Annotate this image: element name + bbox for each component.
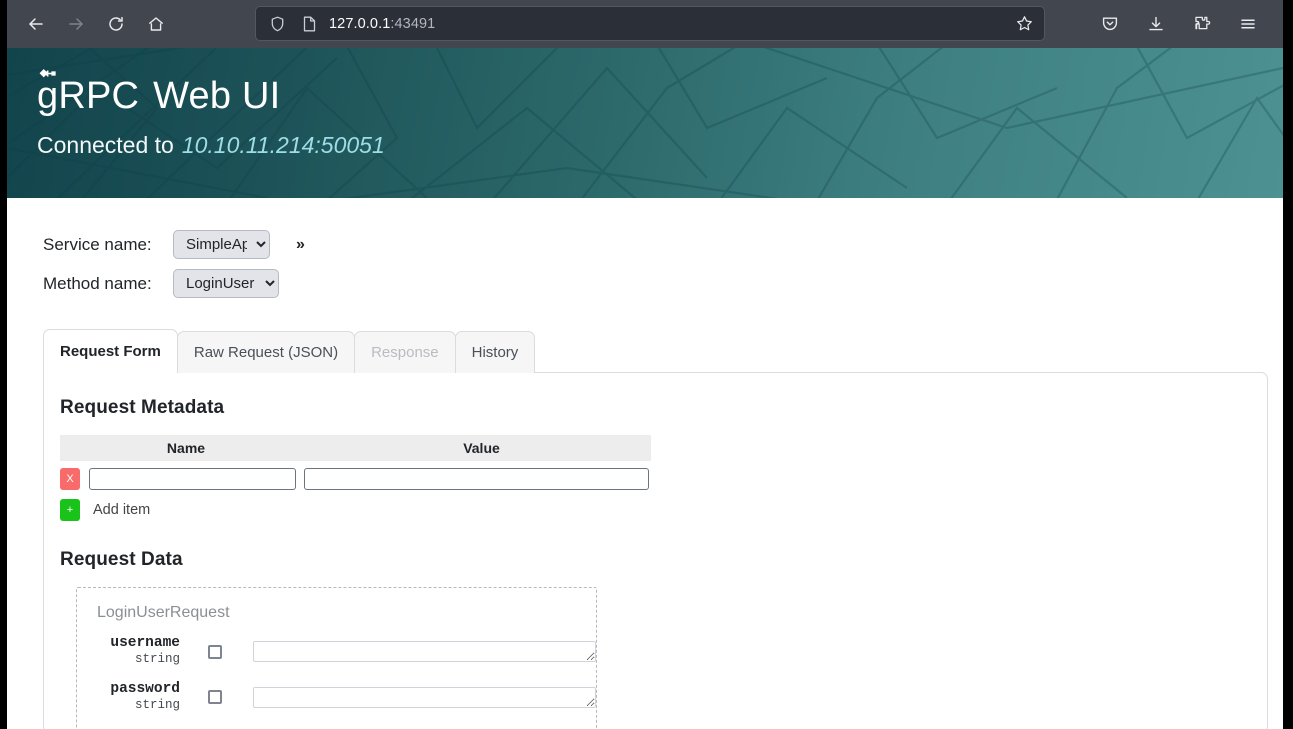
request-data-box: LoginUserRequest username string passwor…: [76, 587, 597, 729]
method-name-label: Method name:: [43, 273, 152, 293]
reload-icon[interactable]: [99, 7, 133, 41]
url-bar[interactable]: 127.0.0.1:43491: [255, 6, 1045, 41]
request-metadata-table: Name Value: [60, 435, 651, 461]
table-row: X: [60, 468, 1267, 490]
connected-label: Connected to: [37, 131, 174, 158]
field-label-password: password string: [95, 680, 180, 714]
tab-request-form[interactable]: Request Form: [43, 329, 178, 373]
field-row-username: username string: [95, 635, 596, 668]
hamburger-menu-icon[interactable]: [1231, 7, 1265, 41]
url-text[interactable]: 127.0.0.1:43491: [329, 16, 435, 32]
screen-frame: 127.0.0.1:43491 gRPC Web UI Connected to…: [0, 0, 1293, 729]
method-name-select[interactable]: LoginUser: [173, 269, 279, 298]
metadata-value-input[interactable]: [304, 468, 649, 490]
request-data-title: Request Data: [60, 549, 183, 570]
back-arrow-icon[interactable]: [19, 7, 53, 41]
service-selector-row: Service name: SimpleApp »: [43, 225, 1283, 264]
app-title: gRPC Web UI: [37, 48, 1283, 117]
url-port: :43491: [390, 15, 436, 32]
field-input-username[interactable]: [253, 641, 596, 663]
app-header: gRPC Web UI Connected to 10.10.11.214:5005…: [7, 48, 1283, 198]
tab-history[interactable]: History: [454, 331, 536, 373]
download-icon[interactable]: [1139, 7, 1173, 41]
connected-address: 10.10.11.214:50051: [181, 131, 385, 158]
add-metadata-row-button[interactable]: +: [60, 499, 80, 521]
field-input-password[interactable]: [253, 686, 596, 708]
main-content: Service name: SimpleApp » Method name: L…: [7, 225, 1283, 729]
table-header-row: Name Value: [60, 435, 651, 461]
method-selector-row: Method name: LoginUser: [43, 264, 1283, 303]
field-name-password: password: [110, 680, 180, 697]
column-header-name: Name: [60, 435, 312, 461]
app-header-inner: gRPC Web UI Connected to 10.10.11.214:5005…: [7, 48, 1283, 159]
field-label-username: username string: [95, 635, 180, 668]
shield-icon[interactable]: [266, 13, 288, 35]
tab-raw-request-json[interactable]: Raw Request (JSON): [176, 331, 356, 373]
column-header-value: Value: [312, 435, 651, 461]
browser-toolbar: 127.0.0.1:43491: [7, 0, 1283, 48]
add-item-label[interactable]: Add item: [93, 502, 150, 518]
request-form-panel: Request Metadata Name Value X + Add item…: [43, 372, 1268, 729]
extensions-icon[interactable]: [1185, 7, 1219, 41]
browser-toolbar-right: [1093, 0, 1273, 48]
field-checkbox-username[interactable]: [208, 644, 222, 659]
field-row-password: password string: [95, 680, 596, 714]
home-icon[interactable]: [139, 7, 173, 41]
connection-status: Connected to 10.10.11.214:50051: [37, 117, 1283, 159]
tab-response: Response: [354, 331, 456, 373]
tab-bar: Request Form Raw Request (JSON) Response…: [43, 329, 1283, 373]
url-host: 127.0.0.1: [329, 15, 391, 32]
service-name-select[interactable]: SimpleApp: [173, 230, 270, 259]
delete-metadata-row-button[interactable]: X: [60, 468, 80, 490]
service-name-label: Service name:: [43, 234, 152, 254]
grpc-logo-icon: [38, 51, 60, 78]
star-icon[interactable]: [1012, 12, 1036, 36]
metadata-name-input[interactable]: [89, 468, 296, 490]
page-icon[interactable]: [298, 13, 320, 35]
request-message-type: LoginUserRequest: [97, 604, 230, 621]
app-title-ui: Web UI: [153, 75, 281, 117]
add-item-row: + Add item: [60, 499, 1267, 521]
field-name-username: username: [110, 635, 180, 651]
field-checkbox-password[interactable]: [208, 690, 222, 705]
page-viewport: gRPC Web UI Connected to 10.10.11.214:5005…: [7, 48, 1283, 729]
pocket-icon[interactable]: [1093, 7, 1127, 41]
field-type-username: string: [134, 651, 180, 666]
field-type-password: string: [134, 697, 180, 712]
expand-services-button[interactable]: »: [296, 236, 305, 254]
forward-arrow-icon: [59, 7, 93, 41]
request-metadata-title: Request Metadata: [60, 397, 225, 418]
